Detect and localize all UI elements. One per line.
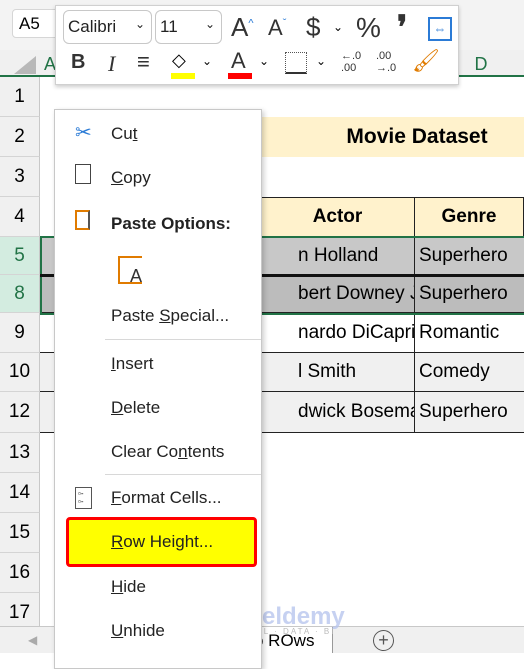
row-header-9[interactable]: 9: [0, 313, 40, 353]
select-all-corner[interactable]: [14, 56, 36, 74]
mini-toolbar: Calibri ⌄ 11 ⌄ A^ Aˇ $ ⌄ % ❜ ⇔ B I ≡ ◇ ⌄ A…: [55, 5, 459, 85]
currency-button[interactable]: $: [306, 12, 320, 43]
scroll-left-icon[interactable]: ◀: [28, 633, 37, 647]
grow-font-icon: A: [231, 12, 249, 42]
menu-item-copy[interactable]: Copy: [111, 168, 151, 188]
row-header-1[interactable]: 1: [0, 77, 40, 117]
cell-genre[interactable]: Romantic: [414, 313, 524, 353]
menu-item-format-cells[interactable]: Format Cells...: [111, 488, 222, 508]
increase-decimal-bottom: .00: [341, 62, 357, 74]
cell-genre[interactable]: Comedy: [414, 353, 524, 392]
copy-icon: [75, 164, 91, 184]
comma-style-button[interactable]: ❜: [397, 8, 407, 46]
font-name: Calibri: [68, 17, 117, 36]
row-header-14[interactable]: 14: [0, 473, 40, 513]
italic-button[interactable]: I: [108, 51, 115, 77]
header-actor[interactable]: Actor: [260, 197, 415, 237]
menu-item-paste-special[interactable]: Paste Special...: [111, 306, 229, 326]
font-color-chevron-icon[interactable]: ⌄: [259, 54, 269, 68]
cell-genre[interactable]: Superhero: [414, 392, 524, 433]
paste-icon: [75, 210, 90, 230]
decrease-decimal-bottom: →.0: [376, 62, 397, 74]
row-header-2[interactable]: 2: [0, 117, 40, 157]
shrink-font-button[interactable]: Aˇ: [268, 15, 286, 41]
row-header-3[interactable]: 3: [0, 157, 40, 197]
menu-item-delete[interactable]: Delete: [111, 398, 160, 418]
increase-decimal-icon[interactable]: ←.0.00: [341, 50, 361, 74]
row-header-15[interactable]: 15: [0, 513, 40, 553]
bold-button[interactable]: B: [71, 51, 85, 74]
font-name-dropdown[interactable]: Calibri ⌄: [63, 10, 152, 44]
menu-separator: [105, 339, 261, 340]
row-header-8[interactable]: 8: [0, 275, 40, 313]
scissors-icon: ✂: [75, 122, 92, 144]
row-header-4[interactable]: 4: [0, 197, 40, 237]
row-header-13[interactable]: 13: [0, 433, 40, 473]
chevron-down-icon: ⌄: [204, 17, 215, 31]
borders-icon[interactable]: [285, 52, 307, 74]
chevron-down-icon: ⌄: [134, 17, 145, 31]
row-header-10[interactable]: 10: [0, 353, 40, 392]
decrease-decimal-icon[interactable]: .00 →.0: [376, 50, 396, 74]
menu-item-hide[interactable]: Hide: [111, 577, 146, 597]
fill-chevron-icon[interactable]: ⌄: [202, 54, 212, 68]
menu-item-row-height[interactable]: Row Height...: [111, 532, 213, 552]
fill-color-icon[interactable]: ◇: [172, 50, 186, 71]
percent-button[interactable]: %: [356, 12, 381, 44]
borders-chevron-icon[interactable]: ⌄: [316, 54, 326, 68]
cell-genre[interactable]: Superhero: [414, 237, 524, 275]
menu-separator: [105, 474, 261, 475]
format-painter-icon[interactable]: 🖌: [412, 48, 440, 74]
grow-font-button[interactable]: A^: [231, 12, 254, 43]
menu-item-unhide[interactable]: Unhide: [111, 621, 165, 641]
paste-options-label: Paste Options:: [111, 214, 231, 233]
wrap-text-icon[interactable]: ⇔: [428, 17, 452, 41]
row-header-16[interactable]: 16: [0, 553, 40, 593]
increase-decimal-top: ←.0: [341, 50, 362, 62]
font-size-dropdown[interactable]: 11 ⌄: [155, 10, 222, 44]
shrink-font-icon: A: [268, 15, 283, 40]
sheet-title[interactable]: Movie Dataset: [260, 117, 524, 157]
paste-keep-text-icon[interactable]: A: [118, 256, 142, 286]
row-header-5[interactable]: 5: [0, 237, 40, 275]
add-sheet-icon[interactable]: +: [373, 630, 394, 651]
currency-chevron-icon[interactable]: ⌄: [333, 20, 343, 34]
cell-genre[interactable]: Superhero: [414, 275, 524, 313]
font-size: 11: [160, 17, 178, 36]
format-cells-icon: ▫- ▫-: [75, 487, 92, 509]
align-center-icon[interactable]: ≡: [137, 49, 150, 75]
row-header-12[interactable]: 12: [0, 392, 40, 433]
menu-item-clear-contents[interactable]: Clear Contents: [111, 442, 224, 462]
context-menu: ✂ Cut Copy Paste Options: A Paste Specia…: [54, 109, 262, 669]
font-color-swatch: [228, 73, 252, 79]
header-genre[interactable]: Genre: [414, 197, 524, 237]
decrease-decimal-top: .00: [376, 50, 392, 62]
menu-item-cut[interactable]: Cut: [111, 124, 137, 144]
menu-item-insert[interactable]: Insert: [111, 354, 154, 374]
font-color-icon[interactable]: A: [231, 48, 246, 74]
fill-color-swatch: [171, 73, 195, 79]
